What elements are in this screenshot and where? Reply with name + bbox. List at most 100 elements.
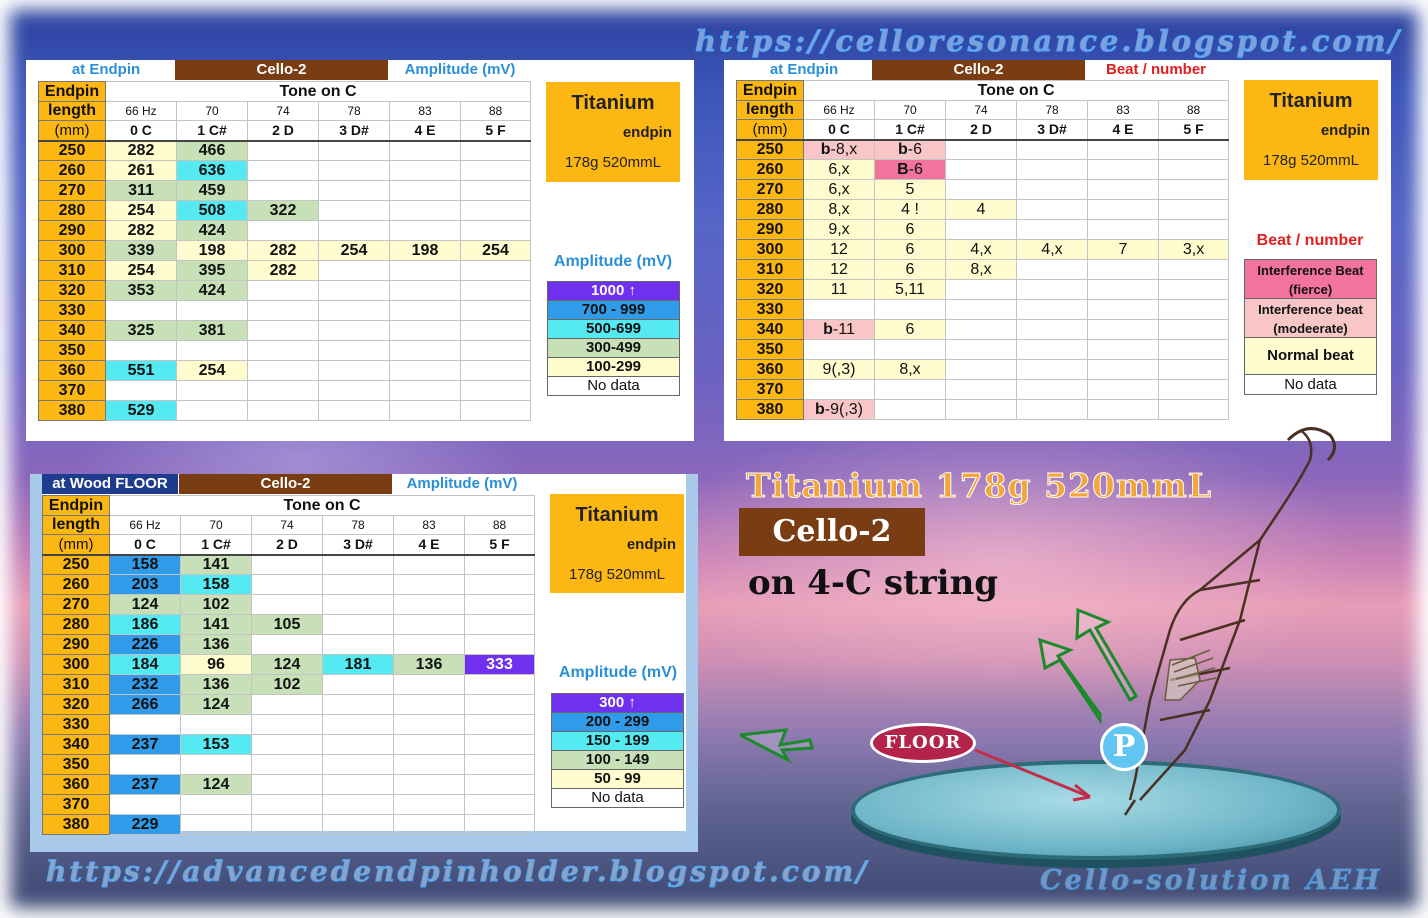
endpin-spec-badge: Titanium endpin 178g 520mmL — [546, 82, 680, 182]
value-cell — [247, 220, 319, 241]
panel-header-cello: Cello-2 — [179, 474, 392, 494]
value-cell — [322, 734, 394, 755]
endpin-beat-panel: at Endpin Cello-2 Beat / number Endpin To… — [724, 60, 1391, 441]
value-cell — [1016, 379, 1088, 400]
table-row: 330 — [736, 299, 1230, 320]
value-cell — [180, 814, 252, 835]
value-cell — [251, 694, 323, 715]
table-row: 300 12 6 4,x 4,x 7 3,x — [736, 239, 1230, 260]
table-row: 260 261 636 — [38, 160, 532, 181]
value-cell — [251, 574, 323, 595]
value-cell — [1016, 219, 1088, 240]
value-cell: 198 — [176, 240, 248, 261]
length-cell: 280 — [42, 614, 110, 635]
table-row: 280 254 508 322 — [38, 200, 532, 221]
value-cell: 6,x — [803, 159, 875, 180]
value-cell: 282 — [105, 220, 177, 241]
table-row: 340 237 153 — [42, 734, 536, 755]
badge-material: Titanium — [575, 504, 659, 526]
value-cell — [459, 160, 532, 181]
beat-table-endpin: Endpin Tone on Clength 66 Hz 70 74 78 83 88 (mm)… — [736, 80, 1230, 420]
value-cell — [318, 140, 390, 161]
value-cell — [318, 220, 390, 241]
length-cell: 360 — [736, 359, 804, 380]
legend-item: Interference beat (modeerate) — [1244, 298, 1377, 338]
value-cell — [322, 714, 394, 735]
table-row: 350 — [736, 339, 1230, 360]
value-cell — [1087, 359, 1159, 380]
legend-item: No data — [1244, 374, 1377, 395]
legend-item: 300-499 — [547, 338, 680, 358]
value-cell: 3,x — [1157, 239, 1230, 260]
tone-header-cell: 1 C# — [874, 119, 946, 141]
value-cell — [1016, 179, 1088, 200]
value-cell: 11 — [803, 279, 875, 300]
value-cell — [1087, 159, 1159, 180]
table-row: 300 339 198 282 254 198 254 — [38, 240, 532, 261]
tone-header-cell: 1 C# — [176, 120, 248, 142]
tone-header-cell: 3 D# — [322, 534, 394, 556]
value-cell: B-6 — [874, 159, 946, 180]
value-cell — [945, 379, 1017, 400]
value-cell: 226 — [109, 634, 181, 655]
pressure-point-icon: P — [1100, 723, 1148, 771]
value-cell: 424 — [176, 280, 248, 301]
length-cell: 250 — [42, 554, 110, 575]
value-cell — [945, 339, 1017, 360]
length-cell: 250 — [736, 139, 804, 160]
value-cell — [459, 260, 532, 281]
value-cell: 96 — [180, 654, 252, 675]
value-cell — [1157, 219, 1230, 240]
value-cell — [389, 180, 461, 201]
length-cell: 250 — [38, 140, 106, 161]
value-cell: 141 — [180, 554, 252, 575]
value-cell: 8,x — [874, 359, 946, 380]
panel-header-location: at Endpin — [71, 61, 141, 78]
table-row: 320 266 124 — [42, 694, 536, 715]
value-cell: 254 — [105, 200, 177, 221]
value-cell — [393, 794, 465, 815]
value-cell — [247, 180, 319, 201]
value-cell: 322 — [247, 200, 319, 221]
value-cell: 8,x — [803, 199, 875, 220]
value-cell — [459, 200, 532, 221]
value-cell — [389, 380, 461, 401]
panel-header-location: at Wood FLOOR — [42, 474, 178, 494]
value-cell — [389, 220, 461, 241]
hz-header: 66 Hz — [105, 101, 177, 121]
length-cell: 370 — [42, 794, 110, 815]
table-row: 340 325 381 — [38, 320, 532, 341]
value-cell: 136 — [393, 654, 465, 675]
table-row: 310 12 6 8,x — [736, 259, 1230, 280]
value-cell — [247, 340, 319, 361]
table-row: 320 353 424 — [38, 280, 532, 301]
length-cell: 340 — [736, 319, 804, 340]
value-cell: 5,11 — [874, 279, 946, 300]
value-cell — [322, 674, 394, 695]
value-cell: 141 — [180, 614, 252, 635]
value-cell — [874, 339, 946, 360]
length-cell: 320 — [736, 279, 804, 300]
hz-header: 83 — [389, 101, 461, 121]
value-cell — [393, 814, 465, 835]
value-cell: 136 — [180, 634, 252, 655]
value-cell — [322, 574, 394, 595]
value-cell — [1157, 179, 1230, 200]
value-cell — [105, 300, 177, 321]
value-cell: 6,x — [803, 179, 875, 200]
value-cell: 124 — [180, 694, 252, 715]
value-cell — [322, 754, 394, 775]
value-cell — [459, 220, 532, 241]
value-cell: 136 — [180, 674, 252, 695]
value-cell — [1157, 199, 1230, 220]
panel-header-location: at Endpin — [769, 61, 839, 78]
value-cell — [1157, 299, 1230, 320]
hz-header: 70 — [874, 100, 946, 120]
badge-spec: 178g 520mmL — [1263, 152, 1359, 169]
value-cell — [318, 320, 390, 341]
value-cell: 7 — [1087, 239, 1159, 260]
table-row: 260 203 158 — [42, 574, 536, 595]
value-cell — [1016, 359, 1088, 380]
value-cell — [176, 340, 248, 361]
table-row: 280 8,x 4 ! 4 — [736, 199, 1230, 220]
